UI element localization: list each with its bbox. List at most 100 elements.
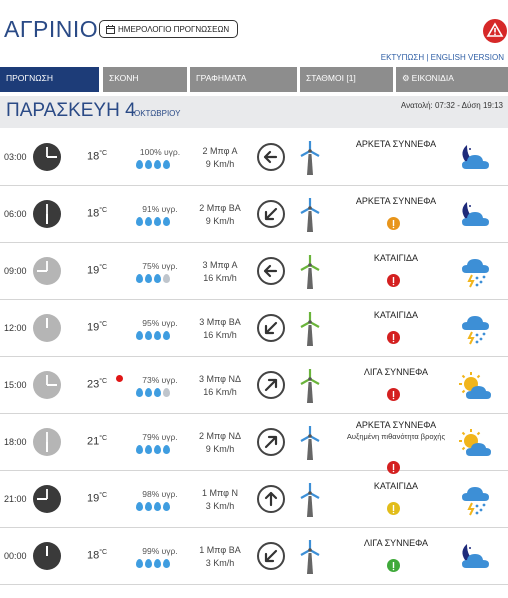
warning-badge-icon[interactable] xyxy=(387,502,400,515)
drop-icon xyxy=(154,160,161,169)
drop-icon xyxy=(163,388,170,397)
sun-cloud-icon xyxy=(458,428,494,460)
wind-beaufort: 2 Μπφ ΝΔ xyxy=(199,431,241,441)
forecast-time: 15:00 xyxy=(4,380,27,390)
day-name: ΠΑΡΑΣΚΕΥΗ 4 xyxy=(6,100,136,121)
drop-icon xyxy=(154,274,161,283)
night-cloud-icon xyxy=(458,200,494,232)
tab-stations[interactable]: ΣΤΑΘΜΟΙ [1] xyxy=(300,67,393,92)
humidity: 98% υγρ. xyxy=(142,489,178,499)
clock-icon xyxy=(33,542,61,570)
wind-speed: 9 Km/h xyxy=(205,159,235,169)
temperature: 19°C xyxy=(87,492,107,505)
forecast-row: 15:00 23°C 73% υγρ. 3 Μπφ ΝΔ 16 Km/h ΛΙΓΑ ΣΥΝ… xyxy=(0,358,508,414)
humidity-drops xyxy=(136,502,170,511)
weather-condition: ΑΡΚΕΤΑ ΣΥΝΝΕΦΑ Αυξημένη πιθανότητα βροχής xyxy=(338,419,454,443)
weather-condition: ΚΑΤΑΙΓΙΔΑ xyxy=(338,480,454,492)
drop-icon xyxy=(136,388,143,397)
night-cloud-icon xyxy=(458,143,494,175)
warning-icon[interactable] xyxy=(483,19,507,43)
drop-icon xyxy=(163,502,170,511)
temperature-unit: °C xyxy=(99,321,108,328)
drop-icon xyxy=(136,217,143,226)
day-month: ΟΚΤΩΒΡΙΟΥ xyxy=(134,109,181,118)
wind-speed: 16 Km/h xyxy=(203,330,237,340)
warning-badge-icon[interactable] xyxy=(387,559,400,572)
condition-label: ΚΑΤΑΙΓΙΔΑ xyxy=(373,481,419,491)
humidity-drops xyxy=(136,217,170,226)
temperature-value: 19 xyxy=(87,264,100,277)
forecast-row: 00:00 18°C 99% υγρ. 1 Μπφ ΒΑ 3 Km/h ΛΙΓΑ ΣΥΝΝ… xyxy=(0,529,508,585)
wind-speed: 9 Km/h xyxy=(205,444,235,454)
wind-direction-arrow-icon xyxy=(257,542,285,570)
wind-direction-arrow-icon xyxy=(257,314,285,342)
drop-icon xyxy=(154,559,161,568)
humidity: 73% υγρ. xyxy=(142,375,178,385)
weather-condition: ΑΡΚΕΤΑ ΣΥΝΝΕΦΑ xyxy=(338,138,454,150)
drop-icon xyxy=(145,331,152,340)
humidity: 91% υγρ. xyxy=(142,204,178,214)
temperature: 18°C xyxy=(87,207,107,220)
drop-icon xyxy=(163,160,170,169)
drop-icon xyxy=(154,388,161,397)
tab-label: ΣΚΟΝΗ xyxy=(109,73,139,83)
drop-icon xyxy=(154,502,161,511)
wind: 3 Μπφ Α 16 Km/h xyxy=(190,259,250,285)
drop-icon xyxy=(145,559,152,568)
drop-icon xyxy=(163,331,170,340)
tab-icons[interactable]: ⚙ ΕΙΚΟΝΙΔΙΑ xyxy=(396,67,508,92)
wind-direction-arrow-icon xyxy=(257,200,285,228)
wind: 3 Μπφ ΒΑ 16 Km/h xyxy=(190,316,250,342)
tab-forecast[interactable]: ΠΡΟΓΝΩΣΗ xyxy=(0,67,99,92)
temperature: 19°C xyxy=(87,264,107,277)
forecast-calendar-button[interactable]: ΗΜΕΡΟΛΟΓΙΟ ΠΡΟΓΝΩΣΕΩΝ xyxy=(99,20,238,38)
wind-speed: 3 Km/h xyxy=(205,501,235,511)
high-temperature-dot xyxy=(116,375,123,382)
warning-badge-icon[interactable] xyxy=(387,274,400,287)
weather-condition: ΑΡΚΕΤΑ ΣΥΝΝΕΦΑ xyxy=(338,195,454,207)
tab-label: ΕΙΚΟΝΙΔΙΑ xyxy=(411,73,454,83)
humidity-drops xyxy=(136,559,170,568)
drop-icon xyxy=(136,331,143,340)
clock-icon xyxy=(33,200,61,228)
humidity-drops xyxy=(136,160,170,169)
clock-icon xyxy=(33,314,61,342)
drop-icon xyxy=(154,331,161,340)
wind-beaufort: 2 Μπφ ΒΑ xyxy=(199,203,241,213)
wind-beaufort: 1 Μπφ Ν xyxy=(202,488,238,498)
forecast-time: 18:00 xyxy=(4,437,27,447)
forecast-row: 06:00 18°C 91% υγρ. 2 Μπφ ΒΑ 9 Km/h ΑΡΚΕΤΑ ΣΥ… xyxy=(0,187,508,243)
condition-label: ΑΡΚΕΤΑ ΣΥΝΝΕΦΑ xyxy=(355,196,437,206)
wind: 1 Μπφ ΒΑ 3 Km/h xyxy=(190,544,250,570)
tab-dust[interactable]: ΣΚΟΝΗ xyxy=(103,67,187,92)
forecast-time: 21:00 xyxy=(4,494,27,504)
humidity-drops xyxy=(136,331,170,340)
tab-charts[interactable]: ΓΡΑΦΗΜΑΤΑ xyxy=(190,67,297,92)
wind-turbine-icon xyxy=(297,311,323,347)
drop-icon xyxy=(136,559,143,568)
forecast-time: 12:00 xyxy=(4,323,27,333)
clock-icon xyxy=(33,143,61,171)
wind-direction-arrow-icon xyxy=(257,371,285,399)
drop-icon xyxy=(145,502,152,511)
drop-icon xyxy=(136,274,143,283)
tab-bar: ΠΡΟΓΝΩΣΗ ΣΚΟΝΗ ΓΡΑΦΗΜΑΤΑ ΣΤΑΘΜΟΙ [1] ⚙ ΕΙ… xyxy=(0,67,508,92)
forecast-time: 06:00 xyxy=(4,209,27,219)
temperature-unit: °C xyxy=(99,492,108,499)
wind-direction-arrow-icon xyxy=(257,428,285,456)
english-version-link[interactable]: ENGLISH VERSION xyxy=(431,53,504,62)
warning-badge-icon[interactable] xyxy=(387,217,400,230)
wind-beaufort: 2 Μπφ Α xyxy=(202,146,238,156)
warning-badge-icon[interactable] xyxy=(387,331,400,344)
wind: 3 Μπφ ΝΔ 16 Km/h xyxy=(190,373,250,399)
storm-rain-icon xyxy=(458,483,494,516)
clock-icon xyxy=(33,428,61,456)
print-link[interactable]: ΕΚΤΥΠΩΣΗ xyxy=(381,53,424,62)
drop-icon xyxy=(145,274,152,283)
wind: 2 Μπφ Α 9 Km/h xyxy=(190,145,250,171)
drop-icon xyxy=(136,445,143,454)
warning-badge-icon[interactable] xyxy=(387,388,400,401)
sun-cloud-icon xyxy=(458,371,494,403)
temperature-unit: °C xyxy=(99,264,108,271)
clock-icon xyxy=(33,485,61,513)
